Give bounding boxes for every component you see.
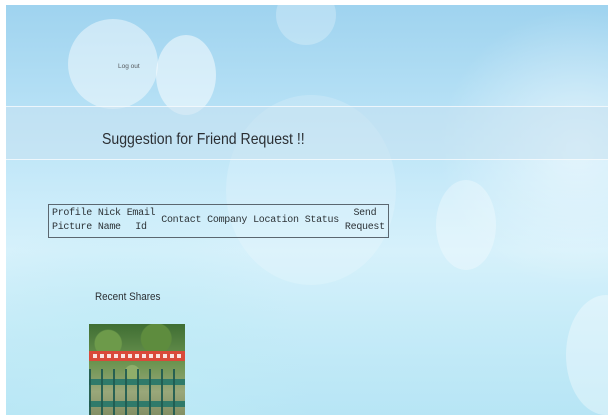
column-header-send-request: Send Request <box>342 205 388 238</box>
header-line: Status <box>304 215 340 226</box>
column-header-location: Location <box>250 205 302 238</box>
title-band <box>6 106 608 160</box>
table-header-row: Profile Picture Nick Name Email Id Conta… <box>49 205 389 238</box>
column-header-company: Company <box>204 205 250 238</box>
bokeh-bubble <box>276 5 336 45</box>
column-header-status: Status <box>302 205 342 238</box>
header-line: Send <box>353 208 377 219</box>
header-line: Contact <box>161 215 202 226</box>
header-line: Request <box>344 222 385 233</box>
photo-sign-banner <box>89 351 185 361</box>
shared-photo-thumbnail[interactable] <box>89 324 185 415</box>
bokeh-bubble <box>566 295 608 415</box>
friend-suggestions-table: Profile Picture Nick Name Email Id Conta… <box>48 204 389 238</box>
column-header-email-id: Email Id <box>124 205 159 238</box>
header-line: Company <box>207 215 248 226</box>
header-line: Profile <box>52 208 92 219</box>
bokeh-bubble <box>156 35 216 115</box>
header-line: Location <box>253 215 299 226</box>
header-line: Name <box>97 222 121 233</box>
header-line: Email <box>126 208 156 219</box>
header-line: Picture <box>52 222 92 233</box>
column-header-contact: Contact <box>158 205 204 238</box>
header-line: Nick <box>97 208 121 219</box>
recent-shares-heading: Recent Shares <box>95 291 161 303</box>
bokeh-bubble <box>68 19 158 109</box>
photo-gate <box>89 369 185 415</box>
column-header-nick-name: Nick Name <box>95 205 124 238</box>
logout-link[interactable]: Log out <box>118 63 140 70</box>
column-header-profile-picture: Profile Picture <box>49 205 95 238</box>
header-line: Id <box>135 222 147 233</box>
page-title: Suggestion for Friend Request !! <box>102 131 305 148</box>
page-background: Log out Suggestion for Friend Request !!… <box>6 5 608 415</box>
bokeh-bubble <box>436 180 496 270</box>
